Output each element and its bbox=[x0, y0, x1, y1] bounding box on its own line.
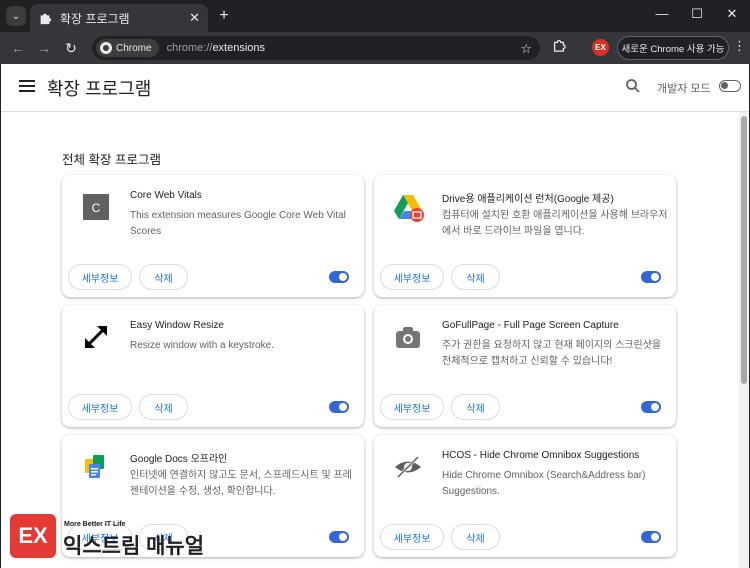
extension-name: Easy Window Resize bbox=[130, 320, 224, 331]
extension-name: Google Docs 오프라인 bbox=[130, 454, 228, 465]
google-docs-icon bbox=[85, 455, 104, 478]
site-chip[interactable]: Chrome bbox=[96, 39, 159, 57]
extension-card: Drive용 애플리케이션 런처(Google 제공) 컴퓨터에 설치된 호환 … bbox=[374, 175, 676, 297]
site-chip-label: Chrome bbox=[116, 42, 152, 54]
watermark-logo: EX bbox=[10, 514, 56, 558]
extension-enable-toggle[interactable] bbox=[329, 401, 349, 413]
new-tab-button[interactable]: + bbox=[214, 6, 234, 26]
extension-name: HCOS - Hide Chrome Omnibox Suggestions bbox=[442, 450, 640, 461]
extension-enable-toggle[interactable] bbox=[641, 531, 661, 543]
minimize-button[interactable]: — bbox=[652, 6, 672, 21]
developer-mode-toggle[interactable] bbox=[719, 80, 741, 92]
extension-name: Core Web Vitals bbox=[130, 190, 202, 201]
extensions-puzzle-icon[interactable] bbox=[552, 38, 566, 55]
bookmark-star-icon[interactable]: ☆ bbox=[520, 41, 532, 57]
watermark-tagline: More Better IT Life bbox=[64, 521, 126, 528]
eye-off-icon bbox=[395, 455, 421, 479]
details-button[interactable]: 세부정보 bbox=[380, 264, 444, 290]
forward-button[interactable]: → bbox=[34, 38, 54, 58]
tab-strip: ⌄ 확장 프로그램 ✕ + — ☐ ✕ bbox=[0, 0, 750, 32]
svg-text:C: C bbox=[92, 201, 101, 215]
developer-mode-label: 개발자 모드 bbox=[657, 83, 711, 95]
extension-description: 주가 권한을 요청하지 않고 현재 페이지의 스크린샷을 전체적으로 캡처하고 … bbox=[442, 340, 662, 367]
reload-button[interactable]: ↻ bbox=[61, 38, 81, 58]
resize-arrows-icon bbox=[85, 326, 107, 348]
extension-enable-toggle[interactable] bbox=[641, 401, 661, 413]
extension-description: Hide Chrome Omnibox (Search&Address bar)… bbox=[442, 470, 646, 497]
extension-description: 인터넷에 연결하지 않고도 문서, 스프레드시트 및 프레젠테이션을 수정, 생… bbox=[130, 470, 352, 497]
tab-close-icon[interactable]: ✕ bbox=[189, 10, 200, 26]
remove-button[interactable]: 삭제 bbox=[139, 264, 188, 290]
more-menu-icon[interactable]: ⋮ bbox=[733, 38, 746, 54]
extensions-page: 확장 프로그램 개발자 모드 전체 확장 프로그램 C Core Web Vit… bbox=[1, 64, 749, 568]
page-title: 확장 프로그램 bbox=[47, 79, 152, 99]
core-web-vitals-icon: C bbox=[83, 194, 109, 220]
url-text: chrome://extensions bbox=[167, 42, 265, 54]
remove-button[interactable]: 삭제 bbox=[451, 394, 500, 420]
tab-search-chevron-icon[interactable]: ⌄ bbox=[6, 6, 26, 26]
extension-card: HCOS - Hide Chrome Omnibox Suggestions H… bbox=[374, 435, 676, 557]
search-icon[interactable] bbox=[625, 78, 641, 94]
chrome-logo-icon bbox=[100, 42, 112, 54]
back-button[interactable]: ← bbox=[8, 38, 28, 58]
remove-button[interactable]: 삭제 bbox=[451, 524, 500, 550]
profile-avatar[interactable]: EX bbox=[592, 39, 609, 56]
details-button[interactable]: 세부정보 bbox=[380, 394, 444, 420]
puzzle-icon bbox=[40, 13, 52, 25]
maximize-button[interactable]: ☐ bbox=[687, 6, 707, 22]
details-button[interactable]: 세부정보 bbox=[68, 394, 132, 420]
remove-button[interactable]: 삭제 bbox=[139, 394, 188, 420]
camera-icon bbox=[396, 327, 420, 348]
url-scheme: chrome:// bbox=[166, 42, 213, 54]
tab-extensions[interactable]: 확장 프로그램 ✕ bbox=[30, 4, 208, 32]
extension-description: This extension measures Google Core Web … bbox=[130, 210, 346, 237]
extension-enable-toggle[interactable] bbox=[329, 531, 349, 543]
page-header: 확장 프로그램 개발자 모드 bbox=[1, 64, 749, 112]
address-bar[interactable]: Chrome chrome://extensions ☆ bbox=[92, 36, 540, 60]
extension-name: Drive용 애플리케이션 런처(Google 제공) bbox=[442, 194, 614, 205]
chrome-update-button[interactable]: 새로운 Chrome 사용 가능 bbox=[617, 36, 729, 60]
extension-card: C Core Web Vitals This extension measure… bbox=[62, 175, 364, 297]
section-title: 전체 확장 프로그램 bbox=[62, 153, 161, 167]
extension-enable-toggle[interactable] bbox=[641, 271, 661, 283]
scrollbar[interactable] bbox=[739, 112, 749, 568]
watermark: EX More Better IT Life 익스트림 매뉴얼 bbox=[8, 514, 208, 558]
extension-description: Resize window with a keystroke. bbox=[130, 340, 274, 351]
remove-button[interactable]: 삭제 bbox=[451, 264, 500, 290]
hamburger-menu-icon[interactable] bbox=[19, 78, 35, 94]
extension-card: GoFullPage - Full Page Screen Capture 주가… bbox=[374, 305, 676, 427]
browser-toolbar: ← → ↻ Chrome chrome://extensions ☆ EX 새로… bbox=[0, 32, 750, 64]
extension-enable-toggle[interactable] bbox=[329, 271, 349, 283]
details-button[interactable]: 세부정보 bbox=[68, 264, 132, 290]
extension-card: Easy Window Resize Resize window with a … bbox=[62, 305, 364, 427]
extension-name: GoFullPage - Full Page Screen Capture bbox=[442, 320, 619, 331]
tab-title: 확장 프로그램 bbox=[60, 11, 130, 26]
details-button[interactable]: 세부정보 bbox=[380, 524, 444, 550]
extension-description: 컴퓨터에 설치된 호환 애플리케이션을 사용해 브라우저에서 바로 드라이브 파… bbox=[442, 210, 668, 237]
close-window-button[interactable]: ✕ bbox=[722, 6, 742, 22]
google-drive-icon bbox=[394, 195, 424, 222]
scrollbar-thumb[interactable] bbox=[741, 116, 747, 384]
url-path: extensions bbox=[212, 42, 266, 54]
watermark-name: 익스트림 매뉴얼 bbox=[63, 535, 205, 558]
